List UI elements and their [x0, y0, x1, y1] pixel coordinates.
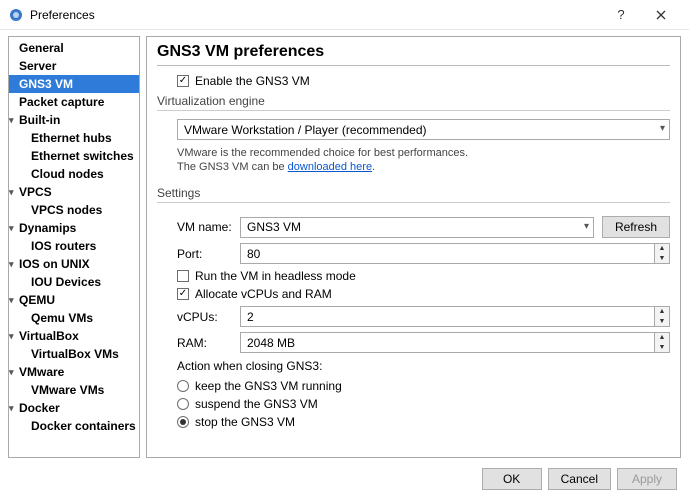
headless-checkbox[interactable] [177, 270, 189, 282]
enable-label: Enable the GNS3 VM [195, 74, 310, 88]
ram-label: RAM: [177, 336, 232, 350]
close-button[interactable] [641, 0, 681, 30]
chevron-down-icon: ▾ [9, 184, 17, 200]
page-title: GNS3 VM preferences [157, 43, 670, 61]
sidebar-item-vpcs[interactable]: ▾VPCS [9, 183, 139, 201]
port-spin-down[interactable]: ▼ [655, 254, 669, 264]
radio-keep-label: keep the GNS3 VM running [195, 379, 342, 393]
allocate-label: Allocate vCPUs and RAM [195, 287, 332, 301]
vmname-label: VM name: [177, 220, 232, 234]
sidebar-item-virtualbox-vms[interactable]: VirtualBox VMs [9, 345, 139, 363]
refresh-button[interactable]: Refresh [602, 216, 670, 238]
vcpus-spin-up[interactable]: ▲ [655, 307, 669, 317]
chevron-down-icon: ▾ [584, 221, 589, 232]
enable-checkbox[interactable]: ✓ [177, 75, 189, 87]
port-label: Port: [177, 247, 232, 261]
content-panel: GNS3 VM preferences ✓ Enable the GNS3 VM… [146, 36, 681, 458]
divider [157, 65, 670, 66]
radio-stop-label: stop the GNS3 VM [195, 415, 295, 429]
virt-group-label: Virtualization engine [157, 94, 670, 108]
virt-engine-combo[interactable]: VMware Workstation / Player (recommended… [177, 119, 670, 140]
titlebar: Preferences ? [0, 0, 689, 30]
sidebar-item-qemu[interactable]: ▾QEMU [9, 291, 139, 309]
sidebar-item-dynamips[interactable]: ▾Dynamips [9, 219, 139, 237]
apply-button[interactable]: Apply [617, 468, 677, 490]
sidebar-item-virtualbox[interactable]: ▾VirtualBox [9, 327, 139, 345]
radio-suspend-label: suspend the GNS3 VM [195, 397, 318, 411]
sidebar-item-vmware[interactable]: ▾VMware [9, 363, 139, 381]
dialog-footer: OK Cancel Apply [0, 460, 689, 498]
close-action-label: Action when closing GNS3: [177, 359, 670, 373]
virt-engine-value: VMware Workstation / Player (recommended… [184, 123, 427, 137]
app-icon [8, 7, 24, 23]
ram-spin-down[interactable]: ▼ [655, 343, 669, 353]
chevron-down-icon: ▾ [9, 364, 17, 380]
window-title: Preferences [30, 8, 601, 22]
sidebar-item-gns3-vm[interactable]: GNS3 VM [9, 75, 139, 93]
radio-keep[interactable] [177, 380, 189, 392]
chevron-down-icon: ▾ [9, 112, 17, 128]
chevron-down-icon: ▾ [660, 123, 665, 134]
help-button[interactable]: ? [601, 0, 641, 30]
virt-help: VMware is the recommended choice for bes… [177, 146, 670, 174]
port-spin-up[interactable]: ▲ [655, 244, 669, 254]
sidebar-item-docker[interactable]: ▾Docker [9, 399, 139, 417]
sidebar-item-qemu-vms[interactable]: Qemu VMs [9, 309, 139, 327]
vcpus-input[interactable]: 2 [240, 306, 654, 327]
ram-input[interactable]: 2048 MB [240, 332, 654, 353]
chevron-down-icon: ▾ [9, 328, 17, 344]
chevron-down-icon: ▾ [9, 220, 17, 236]
sidebar-item-ethernet-switches[interactable]: Ethernet switches [9, 147, 139, 165]
radio-stop[interactable] [177, 416, 189, 428]
vmname-combo[interactable]: GNS3 VM ▾ [240, 217, 594, 238]
sidebar-item-builtin[interactable]: ▾Built-in [9, 111, 139, 129]
vcpus-spin-down[interactable]: ▼ [655, 317, 669, 327]
sidebar-item-cloud-nodes[interactable]: Cloud nodes [9, 165, 139, 183]
sidebar-item-ios-unix[interactable]: ▾IOS on UNIX [9, 255, 139, 273]
radio-suspend[interactable] [177, 398, 189, 410]
vcpus-label: vCPUs: [177, 310, 232, 324]
chevron-down-icon: ▾ [9, 292, 17, 308]
headless-label: Run the VM in headless mode [195, 269, 356, 283]
sidebar-item-server[interactable]: Server [9, 57, 139, 75]
vmname-value: GNS3 VM [247, 220, 301, 234]
allocate-checkbox[interactable]: ✓ [177, 288, 189, 300]
download-link[interactable]: downloaded here [288, 161, 372, 173]
chevron-down-icon: ▾ [9, 256, 17, 272]
sidebar-item-docker-containers[interactable]: Docker containers [9, 417, 139, 435]
sidebar-item-packet-capture[interactable]: Packet capture [9, 93, 139, 111]
settings-group-label: Settings [157, 186, 670, 200]
sidebar-item-general[interactable]: General [9, 39, 139, 57]
port-input[interactable]: 80 [240, 243, 654, 264]
ram-spin-up[interactable]: ▲ [655, 333, 669, 343]
ok-button[interactable]: OK [482, 468, 542, 490]
sidebar-item-iou-devices[interactable]: IOU Devices [9, 273, 139, 291]
sidebar-item-ethernet-hubs[interactable]: Ethernet hubs [9, 129, 139, 147]
sidebar-item-ios-routers[interactable]: IOS routers [9, 237, 139, 255]
cancel-button[interactable]: Cancel [548, 468, 611, 490]
category-tree[interactable]: General Server GNS3 VM Packet capture ▾B… [8, 36, 140, 458]
sidebar-item-vmware-vms[interactable]: VMware VMs [9, 381, 139, 399]
chevron-down-icon: ▾ [9, 400, 17, 416]
sidebar-item-vpcs-nodes[interactable]: VPCS nodes [9, 201, 139, 219]
